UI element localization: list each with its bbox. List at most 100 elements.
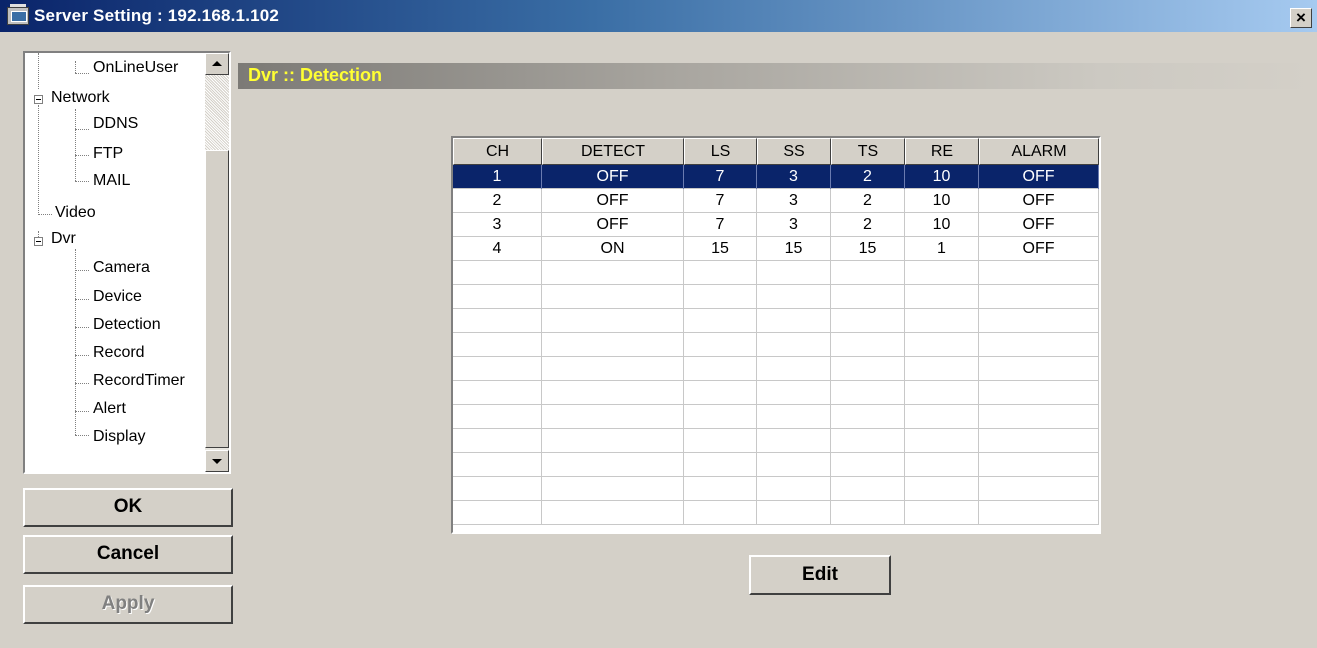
- ok-button[interactable]: OK: [23, 488, 233, 527]
- table-cell: [979, 501, 1099, 525]
- table-row-empty[interactable]: [453, 333, 1099, 357]
- tree-connector: [75, 181, 89, 182]
- table-row-empty[interactable]: [453, 501, 1099, 525]
- table-cell: 3: [757, 165, 831, 189]
- arrow-up-icon: [212, 61, 222, 66]
- scroll-thumb[interactable]: [205, 150, 229, 448]
- tree-connector: [75, 299, 89, 300]
- detection-grid[interactable]: CH DETECT LS SS TS RE ALARM 1 OFF 7 3 2 10 OFF…: [451, 136, 1101, 534]
- table-row-empty[interactable]: [453, 285, 1099, 309]
- collapse-network-icon[interactable]: [34, 95, 43, 104]
- tree-item-dvr[interactable]: Dvr: [51, 230, 76, 248]
- table-cell: [542, 261, 684, 285]
- scroll-up-button[interactable]: [205, 53, 229, 75]
- table-cell: [684, 381, 757, 405]
- tree-item-record[interactable]: Record: [93, 344, 145, 362]
- table-cell: 10: [905, 189, 979, 213]
- tree-item-video[interactable]: Video: [55, 204, 96, 222]
- table-row-empty[interactable]: [453, 261, 1099, 285]
- tree-connector: [75, 61, 76, 73]
- table-cell: [542, 333, 684, 357]
- tree-item-detection[interactable]: Detection: [93, 316, 161, 334]
- table-row-empty[interactable]: [453, 309, 1099, 333]
- table-cell: [684, 405, 757, 429]
- table-row-empty[interactable]: [453, 453, 1099, 477]
- table-cell: [453, 477, 542, 501]
- collapse-dvr-icon[interactable]: [34, 237, 43, 246]
- table-cell: [757, 477, 831, 501]
- table-cell: [684, 333, 757, 357]
- table-cell: [684, 429, 757, 453]
- table-cell: 1: [905, 237, 979, 261]
- table-cell: [979, 285, 1099, 309]
- table-row-empty[interactable]: [453, 405, 1099, 429]
- table-row[interactable]: 4 ON 15 15 15 1 OFF: [453, 237, 1099, 261]
- table-row-empty[interactable]: [453, 357, 1099, 381]
- tree-item-device[interactable]: Device: [93, 288, 142, 306]
- column-header-ch[interactable]: CH: [453, 138, 542, 165]
- scroll-track[interactable]: [205, 75, 229, 150]
- table-cell: [831, 381, 905, 405]
- table-cell: [453, 309, 542, 333]
- table-cell: [453, 453, 542, 477]
- table-cell: [684, 285, 757, 309]
- tree-scrollbar[interactable]: [205, 53, 229, 472]
- table-cell: 7: [684, 213, 757, 237]
- table-cell: 2: [453, 189, 542, 213]
- table-row-empty[interactable]: [453, 477, 1099, 501]
- tree-item-recordtimer[interactable]: RecordTimer: [93, 372, 185, 390]
- table-row[interactable]: 1 OFF 7 3 2 10 OFF: [453, 165, 1099, 189]
- scroll-down-button[interactable]: [205, 450, 229, 472]
- table-row[interactable]: 2 OFF 7 3 2 10 OFF: [453, 189, 1099, 213]
- table-cell: 1: [453, 165, 542, 189]
- table-cell: [979, 405, 1099, 429]
- table-cell: ON: [542, 237, 684, 261]
- table-cell: [979, 357, 1099, 381]
- close-button[interactable]: ×: [1290, 8, 1312, 28]
- table-cell: [905, 381, 979, 405]
- column-header-ts[interactable]: TS: [831, 138, 905, 165]
- tree-connector: [75, 435, 89, 436]
- apply-button[interactable]: Apply: [23, 585, 233, 624]
- table-cell: 2: [831, 165, 905, 189]
- table-cell: 10: [905, 165, 979, 189]
- tree-item-display[interactable]: Display: [93, 428, 145, 446]
- table-cell: [905, 429, 979, 453]
- table-cell: [979, 309, 1099, 333]
- table-cell: [831, 357, 905, 381]
- edit-button[interactable]: Edit: [749, 555, 891, 595]
- table-cell: 10: [905, 213, 979, 237]
- tree-item-onlineuser[interactable]: OnLineUser: [93, 59, 178, 77]
- section-header: Dvr :: Detection: [238, 63, 1317, 89]
- tree-item-mail[interactable]: MAIL: [93, 172, 130, 190]
- table-cell: [979, 477, 1099, 501]
- table-cell: 15: [684, 237, 757, 261]
- table-cell: OFF: [542, 165, 684, 189]
- column-header-ls[interactable]: LS: [684, 138, 757, 165]
- table-cell: [684, 309, 757, 333]
- table-cell: [831, 333, 905, 357]
- tree-connector: [75, 327, 89, 328]
- tree-item-alert[interactable]: Alert: [93, 400, 126, 418]
- tree-item-camera[interactable]: Camera: [93, 259, 150, 277]
- table-cell: [757, 453, 831, 477]
- table-row[interactable]: 3 OFF 7 3 2 10 OFF: [453, 213, 1099, 237]
- tree-item-ftp[interactable]: FTP: [93, 145, 123, 163]
- table-row-empty[interactable]: [453, 381, 1099, 405]
- tree-connector: [75, 355, 89, 356]
- table-cell: [453, 381, 542, 405]
- section-title: Dvr :: Detection: [248, 65, 383, 85]
- tree-item-ddns[interactable]: DDNS: [93, 115, 138, 133]
- column-header-re[interactable]: RE: [905, 138, 979, 165]
- column-header-detect[interactable]: DETECT: [542, 138, 684, 165]
- table-cell: [831, 285, 905, 309]
- table-cell: [979, 381, 1099, 405]
- table-cell: OFF: [979, 213, 1099, 237]
- column-header-ss[interactable]: SS: [757, 138, 831, 165]
- column-header-alarm[interactable]: ALARM: [979, 138, 1099, 165]
- tree-item-network[interactable]: Network: [51, 89, 110, 107]
- table-cell: [757, 261, 831, 285]
- table-cell: [542, 357, 684, 381]
- table-row-empty[interactable]: [453, 429, 1099, 453]
- cancel-button[interactable]: Cancel: [23, 535, 233, 574]
